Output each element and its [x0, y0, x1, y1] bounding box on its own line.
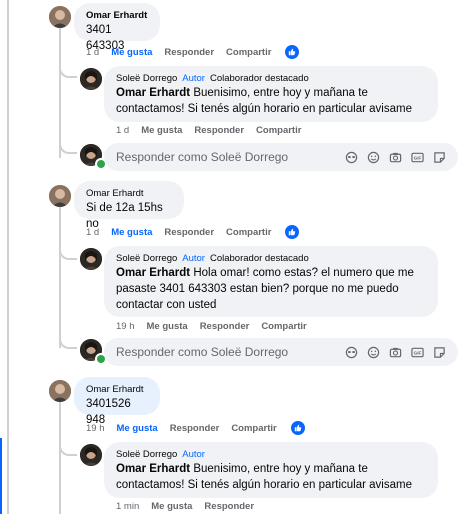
share-button[interactable]: Compartir	[256, 125, 301, 136]
reply-author[interactable]: Soleë Dorrego	[116, 449, 177, 460]
thread-line	[59, 400, 61, 514]
avatar[interactable]	[49, 6, 71, 28]
reply-composer[interactable]: Responder como Soleë Dorrego GIF	[104, 143, 458, 171]
avatar[interactable]	[80, 248, 102, 270]
timestamp[interactable]: 1 min	[116, 501, 139, 512]
share-button[interactable]: Compartir	[226, 47, 271, 58]
avatar-sticker-icon[interactable]	[345, 346, 358, 359]
thread-line	[59, 206, 61, 348]
avatar[interactable]	[80, 444, 102, 466]
reply-author[interactable]: Soleë Dorrego	[116, 73, 177, 84]
mention[interactable]: Omar Erhardt	[116, 463, 190, 475]
comment-bubble: Omar Erhardt 3401526 948	[74, 377, 160, 426]
like-button[interactable]: Me gusta	[147, 321, 188, 332]
timestamp[interactable]: 19 h	[116, 321, 135, 332]
comment-author[interactable]: Omar Erhardt	[86, 10, 147, 21]
avatar[interactable]	[49, 185, 71, 207]
comment-actions: 19 h Me gusta Responder Compartir	[86, 421, 317, 435]
thread-connector	[59, 244, 77, 260]
thread-line	[7, 0, 9, 514]
camera-icon[interactable]	[389, 346, 402, 359]
emoji-icon[interactable]	[367, 151, 380, 164]
thread-connector	[59, 138, 77, 154]
timestamp[interactable]: 19 h	[86, 423, 105, 434]
thread-connector	[59, 440, 77, 456]
like-button[interactable]: Me gusta	[111, 47, 152, 58]
comment-actions: 1 d Me gusta Responder Compartir	[86, 45, 311, 59]
comment-bubble: Omar Erhardt 3401 643303	[74, 3, 160, 52]
author-badge: Autor	[182, 449, 205, 460]
emoji-icon[interactable]	[367, 346, 380, 359]
comment-author[interactable]: Omar Erhardt	[86, 384, 144, 395]
reply-input-placeholder[interactable]: Responder como Soleë Dorrego	[116, 345, 288, 359]
sticker-icon[interactable]	[433, 151, 446, 164]
reply-button[interactable]: Responder	[204, 501, 254, 512]
reply-actions: 1 min Me gusta Responder	[116, 501, 266, 512]
reply-composer[interactable]: Responder como Soleë Dorrego GIF	[104, 338, 458, 366]
reply-button[interactable]: Responder	[194, 125, 244, 136]
svg-text:GIF: GIF	[414, 155, 422, 160]
avatar[interactable]	[49, 380, 71, 402]
thumbs-up-icon[interactable]	[290, 421, 305, 435]
reply-button[interactable]: Responder	[170, 423, 220, 434]
author-badge: Autor	[182, 253, 205, 264]
reply-button[interactable]: Responder	[164, 227, 214, 238]
like-button[interactable]: Me gusta	[111, 227, 152, 238]
avatar-sticker-icon[interactable]	[345, 151, 358, 164]
mention[interactable]: Omar Erhardt	[116, 267, 190, 279]
share-button[interactable]: Compartir	[261, 321, 306, 332]
timestamp[interactable]: 1 d	[86, 47, 99, 58]
reply-button[interactable]: Responder	[164, 47, 214, 58]
timestamp[interactable]: 1 d	[116, 125, 129, 136]
comment-author[interactable]: Omar Erhardt	[86, 188, 144, 199]
reply-actions: 19 h Me gusta Responder Compartir	[116, 321, 319, 332]
like-button[interactable]: Me gusta	[151, 501, 192, 512]
sticker-icon[interactable]	[433, 346, 446, 359]
camera-icon[interactable]	[389, 151, 402, 164]
reply-author[interactable]: Soleë Dorrego	[116, 253, 177, 264]
avatar[interactable]	[80, 68, 102, 90]
comment-bubble: Omar Erhardt Si de 12a 15hs no	[74, 181, 184, 230]
top-contributor-badge: Colaborador destacado	[209, 253, 309, 264]
gif-icon[interactable]: GIF	[411, 151, 424, 164]
author-badge: Autor	[182, 73, 205, 84]
reply-actions: 1 d Me gusta Responder Compartir	[116, 125, 313, 136]
share-button[interactable]: Compartir	[226, 227, 271, 238]
comment-actions: 1 d Me gusta Responder Compartir	[86, 225, 311, 239]
reply-input-placeholder[interactable]: Responder como Soleë Dorrego	[116, 150, 288, 164]
timestamp[interactable]: 1 d	[86, 227, 99, 238]
mention[interactable]: Omar Erhardt	[116, 87, 190, 99]
thread-connector	[59, 62, 77, 78]
thumbs-up-icon[interactable]	[285, 225, 300, 239]
share-button[interactable]: Compartir	[231, 423, 276, 434]
like-button[interactable]: Me gusta	[141, 125, 182, 136]
scroll-indicator	[0, 438, 2, 514]
svg-text:GIF: GIF	[414, 350, 422, 355]
reply-bubble: Soleë Dorrego Autor Colaborador destacado …	[104, 66, 438, 122]
like-button[interactable]: Me gusta	[117, 423, 158, 434]
thumbs-up-icon[interactable]	[285, 45, 300, 59]
top-contributor-badge: Colaborador destacado	[209, 73, 309, 84]
reply-button[interactable]: Responder	[200, 321, 250, 332]
reply-bubble: Soleë Dorrego Autor Omar Erhardt Buenisim…	[104, 442, 438, 498]
gif-icon[interactable]: GIF	[411, 346, 424, 359]
reply-bubble: Soleë Dorrego Autor Colaborador destacado …	[104, 246, 438, 317]
thread-connector	[59, 333, 77, 349]
